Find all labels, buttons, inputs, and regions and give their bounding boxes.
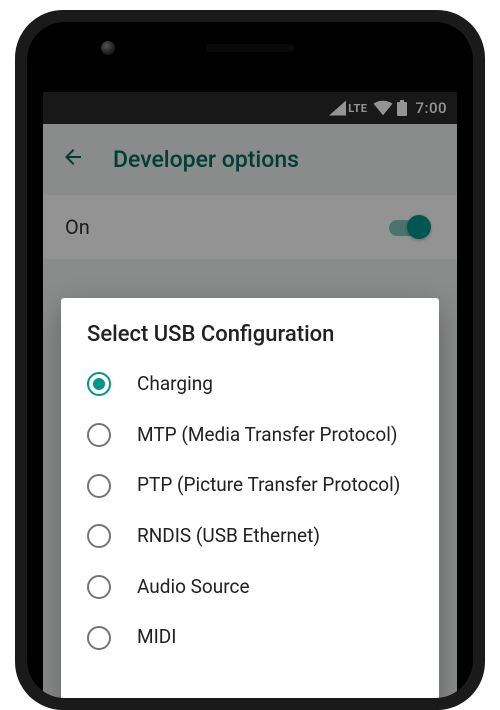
option-label: PTP (Picture Transfer Protocol)	[137, 473, 400, 498]
option-charging[interactable]: Charging	[61, 359, 439, 410]
screen: LTE 7:00 Developer options On	[43, 92, 457, 698]
option-mtp[interactable]: MTP (Media Transfer Protocol)	[61, 410, 439, 461]
option-label: Audio Source	[137, 575, 250, 600]
radio-icon	[87, 524, 111, 548]
option-label: MTP (Media Transfer Protocol)	[137, 423, 397, 448]
phone-bezel: LTE 7:00 Developer options On	[27, 22, 473, 698]
phone-top-hardware	[27, 44, 473, 52]
option-label: Charging	[137, 372, 213, 397]
option-label: RNDIS (USB Ethernet)	[137, 524, 320, 549]
usb-config-dialog: Select USB Configuration Charging MTP (M…	[61, 298, 439, 698]
front-camera	[101, 41, 115, 55]
option-label: MIDI	[137, 625, 176, 650]
option-audio-source[interactable]: Audio Source	[61, 562, 439, 613]
dialog-title: Select USB Configuration	[61, 322, 439, 359]
radio-icon	[87, 372, 111, 396]
radio-icon	[87, 575, 111, 599]
option-rndis[interactable]: RNDIS (USB Ethernet)	[61, 511, 439, 562]
option-midi[interactable]: MIDI	[61, 612, 439, 663]
radio-icon	[87, 626, 111, 650]
earpiece-speaker	[206, 44, 294, 52]
radio-icon	[87, 474, 111, 498]
phone-frame: LTE 7:00 Developer options On	[15, 10, 485, 710]
radio-icon	[87, 423, 111, 447]
option-ptp[interactable]: PTP (Picture Transfer Protocol)	[61, 460, 439, 511]
